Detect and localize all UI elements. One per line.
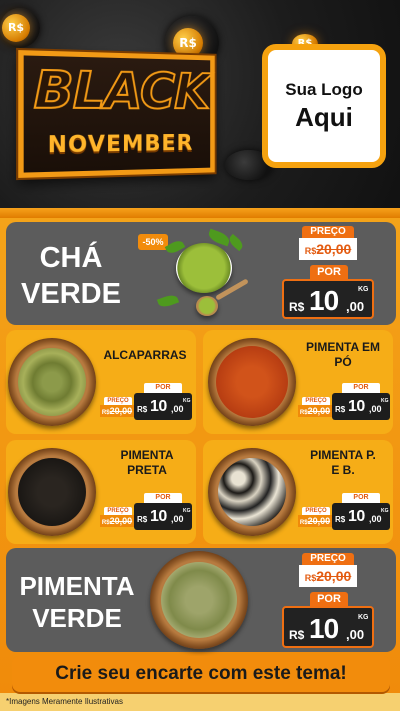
price-decimals: ,00 <box>346 299 365 314</box>
old-price-currency: R$ <box>304 246 317 256</box>
matcha-bowl-image <box>176 243 232 293</box>
product-name-line2: PÓ <box>334 355 352 369</box>
old-price-label: PREÇO <box>104 397 132 405</box>
price-integer: 10 <box>348 508 365 525</box>
price-integer: 10 <box>309 613 339 644</box>
featured-name: CHÁ VERDE <box>16 240 126 312</box>
new-price-label: POR <box>342 493 380 503</box>
old-price: R$20,00 <box>298 405 332 417</box>
new-price-label: POR <box>342 383 380 393</box>
old-price-value: 20,00 <box>316 568 352 584</box>
spoon-image <box>196 296 218 316</box>
old-price-label: PREÇO <box>302 553 354 565</box>
price-unit: KG <box>358 286 369 293</box>
product-name-line1: PIMENTA <box>120 448 174 462</box>
product-name-line1: PIMENTA P. <box>310 448 376 462</box>
price-decimals: ,00 <box>369 404 382 414</box>
new-price: R$ 10 ,00 KG <box>134 503 192 530</box>
new-price-label: POR <box>144 493 182 503</box>
price-integer: 10 <box>348 398 365 415</box>
new-price: R$ 10 ,00 KG <box>332 393 390 420</box>
footnote: *Imagens Meramente Ilustrativas <box>6 697 123 706</box>
old-price-label: PREÇO <box>302 226 354 238</box>
price-unit: KG <box>358 614 369 621</box>
new-price-label: POR <box>144 383 182 393</box>
featured-name-line2: VERDE <box>21 278 121 310</box>
header: R$ R$ R$ BLACK NOVEMBER Sua Logo Aqui <box>0 0 400 218</box>
logo-line1: Sua Logo <box>285 79 363 99</box>
cta-button[interactable]: Crie seu encarte com este tema! <box>12 656 390 692</box>
pimenta-em-po-bowl-image <box>208 338 296 426</box>
old-price: R$20,00 <box>298 515 332 527</box>
featured-name: PIMENTA VERDE <box>8 570 146 634</box>
price-unit: KG <box>381 508 389 514</box>
price-unit: KG <box>183 398 191 404</box>
price-integer: 10 <box>309 285 339 316</box>
price-currency: R$ <box>335 515 346 524</box>
price-currency: R$ <box>289 628 305 642</box>
price-currency: R$ <box>289 300 305 314</box>
old-price-currency: R$ <box>101 410 110 416</box>
pimenta-preta-bowl-image <box>8 448 96 536</box>
old-price: R$20,00 <box>299 565 357 587</box>
coin-icon: R$ <box>173 28 203 58</box>
price-unit: KG <box>183 508 191 514</box>
old-price-currency: R$ <box>101 520 110 526</box>
old-price-currency: R$ <box>304 573 317 583</box>
old-price-label: PREÇO <box>104 507 132 515</box>
price-decimals: ,00 <box>171 404 184 414</box>
price-currency: R$ <box>137 515 148 524</box>
old-price-value: 20,00 <box>307 406 331 416</box>
featured-name-line1: CHÁ <box>39 242 103 274</box>
alcaparras-bowl-image <box>8 338 96 426</box>
new-price: R$ 10 ,00 KG <box>282 606 374 648</box>
price-integer: 10 <box>150 508 167 525</box>
coin-icon: R$ <box>2 14 30 42</box>
product-name: PIMENTA PRETA <box>104 448 190 478</box>
product-name-line2: PRETA <box>127 463 167 477</box>
flyer-page: R$ R$ R$ BLACK NOVEMBER Sua Logo Aqui CH… <box>0 0 400 711</box>
old-price-value: 20,00 <box>109 516 133 526</box>
old-price-value: 20,00 <box>316 241 352 257</box>
store-logo-placeholder: Sua Logo Aqui <box>262 44 386 168</box>
logo-line2: Aqui <box>295 101 353 132</box>
pimenta-pb-bowl-image <box>208 448 296 536</box>
old-price-currency: R$ <box>299 520 308 526</box>
product-name: PIMENTA P. E B. <box>298 448 388 478</box>
brand-top-text: BLACK <box>33 59 210 121</box>
discount-badge: -50% <box>138 234 168 250</box>
old-price-value: 20,00 <box>307 516 331 526</box>
price-decimals: ,00 <box>171 514 184 524</box>
price-unit: KG <box>381 398 389 404</box>
price-currency: R$ <box>335 405 346 414</box>
new-price-label: POR <box>310 265 348 279</box>
price-integer: 10 <box>150 398 167 415</box>
pimenta-verde-bowl-image <box>150 551 248 649</box>
price-decimals: ,00 <box>346 627 365 642</box>
brand-bottom-text: NOVEMBER <box>47 131 194 159</box>
product-name-line1: ALCAPARRAS <box>103 348 187 362</box>
header-strip <box>0 208 400 218</box>
new-price-label: POR <box>310 592 348 606</box>
old-price: R$20,00 <box>100 515 134 527</box>
old-price-value: 20,00 <box>109 406 133 416</box>
product-name: PIMENTA EM PÓ <box>298 340 388 370</box>
product-name-line2: E B. <box>331 463 355 477</box>
black-november-logo: BLACK NOVEMBER <box>18 50 215 178</box>
featured-name-line1: PIMENTA <box>19 571 135 601</box>
featured-name-line2: VERDE <box>32 603 122 633</box>
old-price-label: PREÇO <box>302 397 330 405</box>
price-currency: R$ <box>137 405 148 414</box>
product-name: ALCAPARRAS <box>100 348 190 363</box>
old-price: R$20,00 <box>100 405 134 417</box>
new-price: R$ 10 ,00 KG <box>134 393 192 420</box>
price-decimals: ,00 <box>369 514 382 524</box>
old-price-label: PREÇO <box>302 507 330 515</box>
product-name-line1: PIMENTA EM <box>306 340 380 354</box>
new-price: R$ 10 ,00 KG <box>282 279 374 319</box>
old-price: R$20,00 <box>299 238 357 260</box>
new-price: R$ 10 ,00 KG <box>332 503 390 530</box>
old-price-currency: R$ <box>299 410 308 416</box>
